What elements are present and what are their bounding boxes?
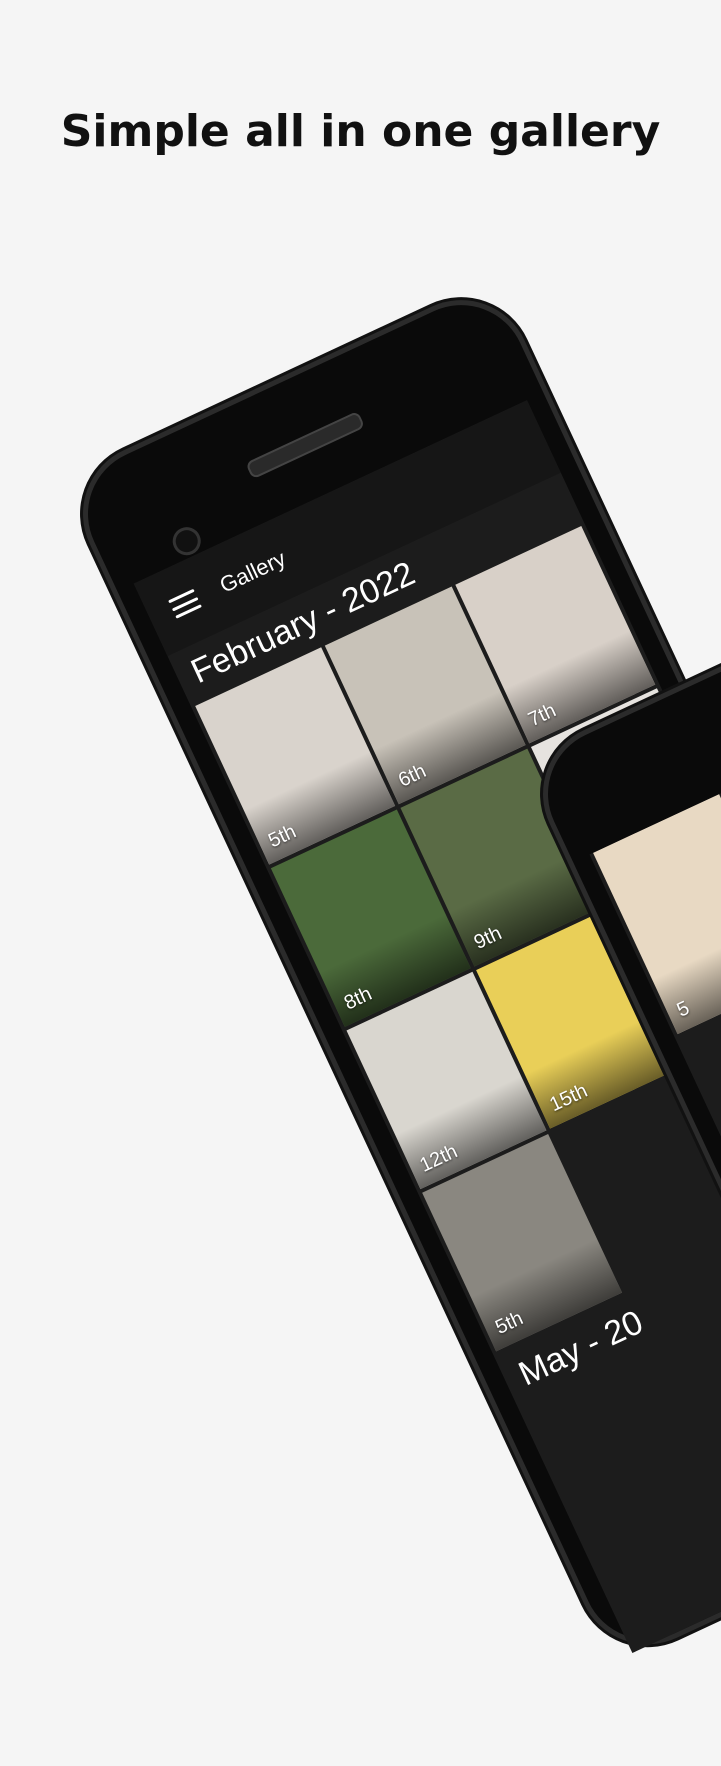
menu-icon[interactable] bbox=[168, 588, 202, 619]
earpiece bbox=[245, 410, 366, 480]
app-title: Gallery bbox=[215, 545, 290, 598]
gallery-screen: Gallery February - 2022 5th 6th 7th 8th … bbox=[133, 400, 721, 1654]
zoom-controls: − + bbox=[596, 1392, 721, 1626]
headline: Simple all in one gallery bbox=[60, 106, 661, 157]
